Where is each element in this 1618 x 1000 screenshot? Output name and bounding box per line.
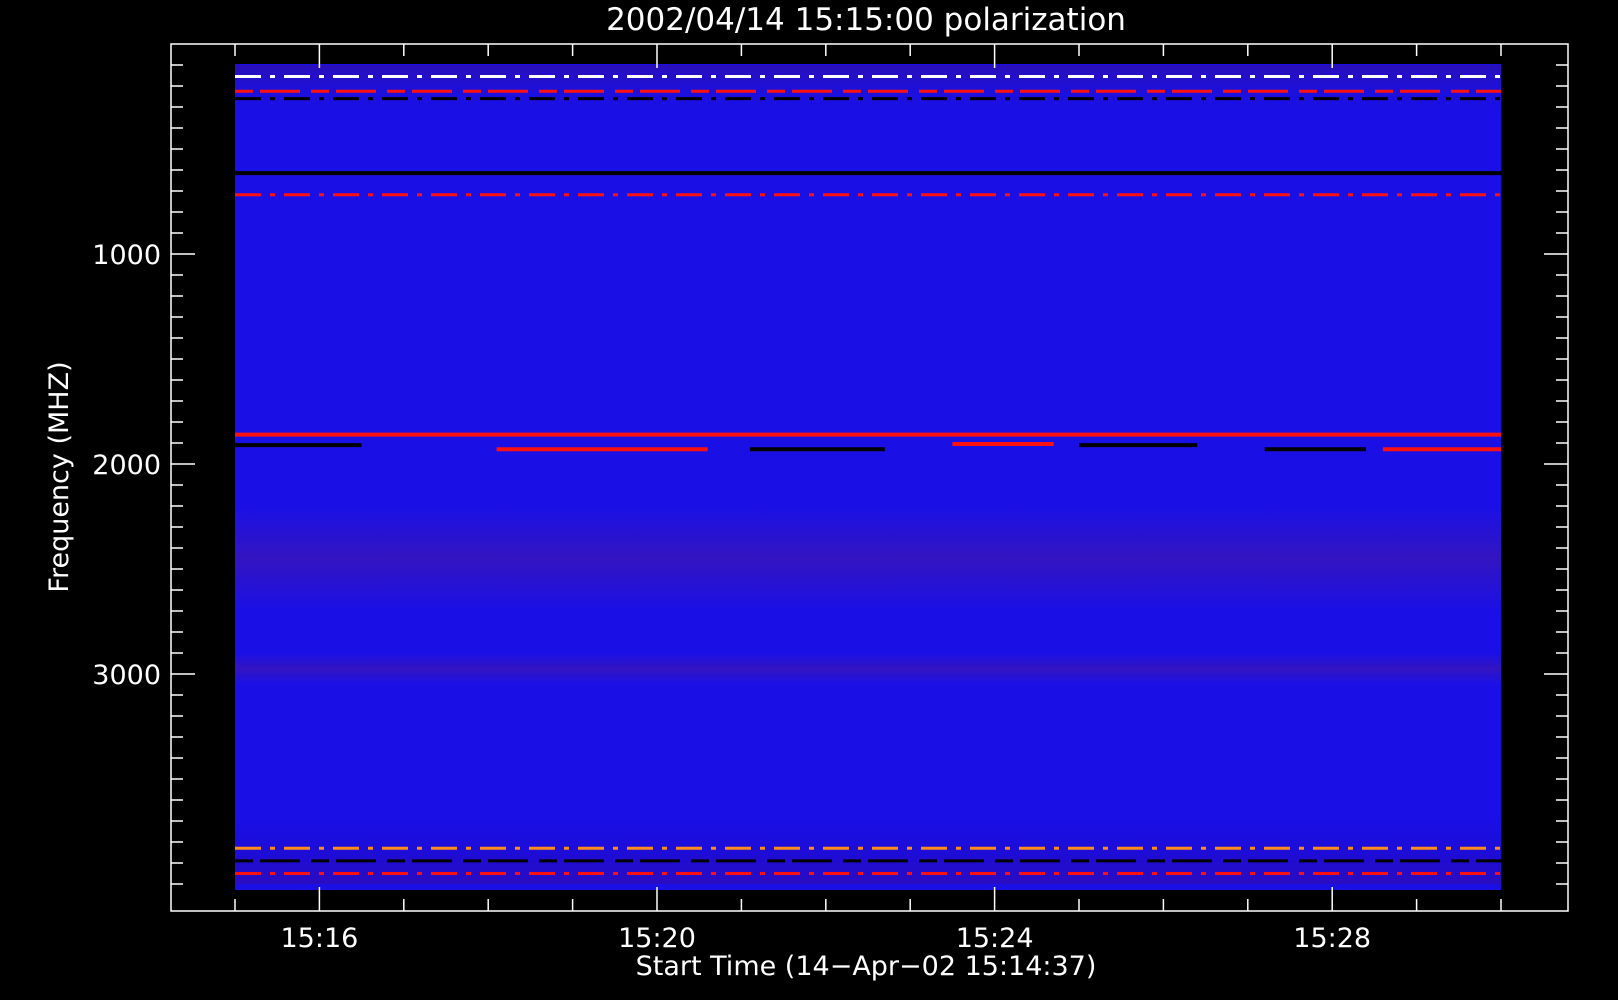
heatmap-band [235,810,1501,884]
x-tick-label: 15:20 [618,923,696,954]
heatmap-base [235,64,1501,890]
heatmap [235,64,1501,890]
y-tick-label: 1000 [92,240,161,271]
y-tick-label: 2000 [92,450,161,481]
x-tick-label: 15:24 [956,923,1034,954]
spectrogram-chart: 2002/04/14 15:15:00 polarization 1000 200… [44,2,1569,982]
chart-title: 2002/04/14 15:15:00 polarization [606,2,1126,38]
heatmap-band [235,506,1501,611]
x-tick-label: 15:28 [1293,923,1371,954]
y-axis-label: Frequency (MHZ) [44,361,75,592]
y-tick-label: 3000 [92,660,161,691]
x-axis-label: Start Time (14−Apr−02 15:14:37) [636,951,1097,982]
x-tick-label: 15:16 [280,923,358,954]
heatmap-band [235,653,1501,685]
